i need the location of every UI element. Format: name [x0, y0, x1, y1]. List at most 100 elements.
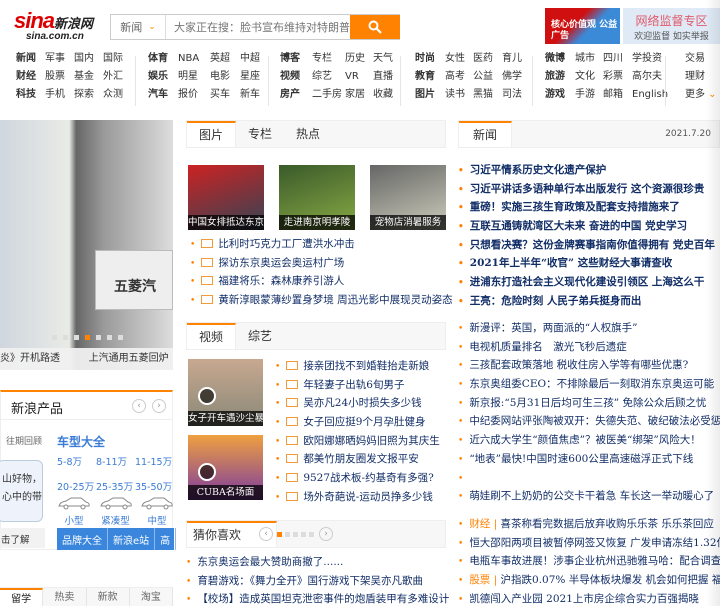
- nav-link[interactable]: 明星: [178, 70, 199, 84]
- bottom-tab[interactable]: 淘宝: [129, 588, 173, 606]
- nav-link[interactable]: 国内: [74, 52, 94, 66]
- nav-link[interactable]: 英超: [210, 52, 230, 66]
- headline-link[interactable]: 都美竹朋友圈发文报平安: [303, 453, 419, 465]
- next-arrow-icon[interactable]: ›: [319, 527, 333, 541]
- nav-link[interactable]: 众测: [103, 88, 123, 102]
- headline-link[interactable]: 萌娃刷不上奶奶的公交卡干着急 车长这一举动暖心了: [469, 490, 714, 502]
- headline-link[interactable]: 黄新淳眼蒙薄纱置身梦境 周迅光影中展现灵动姿态: [218, 294, 452, 306]
- headline-link[interactable]: 欧阳娜娜晒妈妈旧照为其庆生: [303, 435, 440, 447]
- headline-link[interactable]: 近六成大学生“颜值焦虑”？被医美“绑架”风险大！: [469, 434, 700, 446]
- nav-link[interactable]: 四川: [603, 52, 623, 66]
- headline-link[interactable]: 王亮：危险时刻 人民子弟兵挺身而出: [470, 295, 642, 307]
- headline-link[interactable]: 凯德闯入产业园 2021上市房企综合实力百强揭晓: [469, 593, 699, 605]
- brand-tab[interactable]: 高: [155, 528, 177, 550]
- nav-link[interactable]: 家居: [345, 88, 365, 102]
- list-item[interactable]: 欧阳娜娜晒妈妈旧照为其庆生: [275, 432, 440, 451]
- list-item[interactable]: 探访东京奥运会奥运村广场: [190, 254, 453, 273]
- price-range-link[interactable]: 25-35万: [96, 479, 135, 493]
- ad-core-values[interactable]: 核心价值观 公益广告: [545, 8, 620, 44]
- headline-link[interactable]: 场外奇葩说-运动员挣多少钱: [303, 491, 433, 503]
- tab[interactable]: 专栏: [236, 121, 284, 147]
- car-type-link[interactable]: 小型: [57, 496, 91, 527]
- nav-link[interactable]: 科技: [16, 88, 36, 102]
- headline-link[interactable]: 新京报:“5月31日后均可生三孩” 免除公众后顾之忧: [469, 397, 706, 409]
- picture-card[interactable]: 宠物店消暑服务: [370, 165, 446, 230]
- play-icon[interactable]: [198, 387, 216, 405]
- list-item[interactable]: 新京报:“5月31日后均可生三孩” 免除公众后顾之忧: [458, 394, 720, 413]
- nav-link[interactable]: 佛学: [502, 70, 522, 84]
- tab[interactable]: 综艺: [236, 323, 284, 349]
- nav-link[interactable]: 娱乐: [148, 70, 168, 84]
- car-type-link[interactable]: 中型: [140, 496, 174, 527]
- headline-link[interactable]: 9527战术板-约基奇有多强?: [303, 472, 433, 484]
- headline-link[interactable]: 只想看决赛？这份金牌赛事指南你值得拥有 党史百年: [470, 239, 715, 251]
- nav-link[interactable]: 基金: [74, 70, 94, 84]
- list-item[interactable]: 都美竹朋友圈发文报平安: [275, 450, 440, 469]
- price-range-link[interactable]: 8-11万: [96, 454, 135, 468]
- nav-link[interactable]: 外汇: [103, 70, 123, 84]
- list-item[interactable]: 王亮：危险时刻 人民子弟兵挺身而出: [458, 292, 715, 311]
- list-item[interactable]: 习近平讲话多语种单行本出版发行 这个资源很珍贵: [458, 180, 715, 199]
- headline-link[interactable]: 东京奥组委CEO：不排除最后一刻取消东京奥运可能: [469, 378, 714, 390]
- nav-link[interactable]: 国际: [103, 52, 123, 66]
- finance-tag[interactable]: 财经: [469, 518, 490, 530]
- nav-link[interactable]: 司法: [502, 88, 522, 102]
- headline-link[interactable]: 恒大邵阳两项目被暂停网签又恢复 广发申请冻结1.32亿: [469, 537, 720, 549]
- headline-link[interactable]: 三孩配套政策落地 税收住房入学等有哪些优惠?: [469, 359, 688, 371]
- list-item[interactable]: 比利时巧克力工厂遭洪水冲击: [190, 235, 453, 254]
- headline-link[interactable]: 电瓶车事故进展！涉事企业杭州迅驰雅马哈：配合调查: [469, 555, 720, 567]
- search-input[interactable]: [166, 15, 350, 39]
- headline-link[interactable]: 互联互通铸就湾区大未来 奋进的中国 党史学习: [470, 220, 687, 232]
- play-icon[interactable]: [198, 463, 216, 481]
- list-item[interactable]: 东京奥组委CEO：不排除最后一刻取消东京奥运可能: [458, 375, 720, 394]
- video-thumbnail[interactable]: 女子开车遇沙尘暴: [188, 359, 263, 426]
- tab[interactable]: 热点: [284, 121, 332, 147]
- nav-link[interactable]: 综艺: [312, 70, 342, 84]
- picture-card[interactable]: 中国女排抵达东京: [188, 165, 264, 230]
- headline-link[interactable]: 重磅！实施三孩生育政策及配套支持措施来了: [470, 201, 680, 213]
- nav-link[interactable]: 旅游: [545, 70, 565, 84]
- tab[interactable]: 视频: [187, 323, 237, 349]
- nav-link[interactable]: 视频: [280, 70, 300, 84]
- list-item[interactable]: 习近平情系历史文化遗产保护: [458, 161, 715, 180]
- nav-link[interactable]: 新车: [240, 88, 260, 102]
- image-slider[interactable]: 五菱汽 炎》开机路透 上汽通用五菱回炉: [0, 120, 173, 370]
- nav-link[interactable]: 读书: [445, 88, 465, 102]
- price-range-link[interactable]: 35-50万: [135, 479, 174, 493]
- nav-link[interactable]: 邮箱: [603, 88, 623, 102]
- list-item[interactable]: 电瓶车事故进展！涉事企业杭州迅驰雅马哈：配合调查: [458, 552, 720, 571]
- list-item[interactable]: 女子回应挺9个月孕肚健身: [275, 413, 440, 432]
- nav-link[interactable]: 时尚: [415, 52, 435, 66]
- headline-link[interactable]: 福建将乐：森林康养引游人: [218, 275, 344, 287]
- list-item[interactable]: 重磅！实施三孩生育政策及配套支持措施来了: [458, 198, 715, 217]
- list-item[interactable]: 育碧游戏：《舞力全开》国行游戏下架吴亦凡歌曲: [186, 572, 449, 591]
- prev-arrow-icon[interactable]: ‹: [132, 399, 146, 413]
- nav-link[interactable]: 手机: [45, 88, 65, 102]
- nav-link[interactable]: English: [632, 88, 668, 102]
- headline-link[interactable]: 新漫评：英国，两面派的“人权旗手”: [469, 322, 637, 334]
- nav-link[interactable]: 新闻: [16, 52, 36, 66]
- headline-link[interactable]: 育碧游戏：《舞力全开》国行游戏下架吴亦凡歌曲: [197, 575, 423, 587]
- list-item[interactable]: 2021年上半年“收官” 这些财经大事请查收: [458, 254, 715, 273]
- nav-link[interactable]: 微博: [545, 52, 565, 66]
- prev-arrow-icon[interactable]: ‹: [259, 527, 273, 541]
- list-item[interactable]: 接亲团找不到婚鞋抬走新娘: [275, 357, 440, 376]
- nav-link[interactable]: 黑猫: [473, 88, 493, 102]
- nav-link[interactable]: 医药: [473, 52, 493, 66]
- nav-link[interactable]: 学投资: [632, 52, 668, 66]
- list-item[interactable]: 福建将乐：森林康养引游人: [190, 272, 453, 291]
- nav-link[interactable]: 财经: [16, 70, 36, 84]
- headline-link[interactable]: 中纪委网站评张陶被双开：失德失范、破纪破法必受惩: [469, 415, 720, 427]
- nav-link[interactable]: 博客: [280, 52, 300, 66]
- next-arrow-icon[interactable]: ›: [152, 399, 166, 413]
- headline-link[interactable]: 接亲团找不到婚鞋抬走新娘: [303, 360, 429, 372]
- headline-link[interactable]: 习近平情系历史文化遗产保护: [470, 164, 607, 176]
- list-item[interactable]: 恒大邵阳两项目被暂停网签又恢复 广发申请冻结1.32亿: [458, 534, 720, 553]
- search-button[interactable]: [350, 15, 400, 39]
- nav-link[interactable]: 教育: [415, 70, 435, 84]
- list-item[interactable]: 新漫评：英国，两面派的“人权旗手”: [458, 319, 720, 338]
- nav-link[interactable]: 体育: [148, 52, 168, 66]
- list-item[interactable]: “地表”最快!中国时速600公里高速磁浮正式下线: [458, 450, 720, 469]
- search-category-select[interactable]: 新闻 ⌄: [111, 15, 166, 39]
- slider-dots[interactable]: [52, 335, 123, 340]
